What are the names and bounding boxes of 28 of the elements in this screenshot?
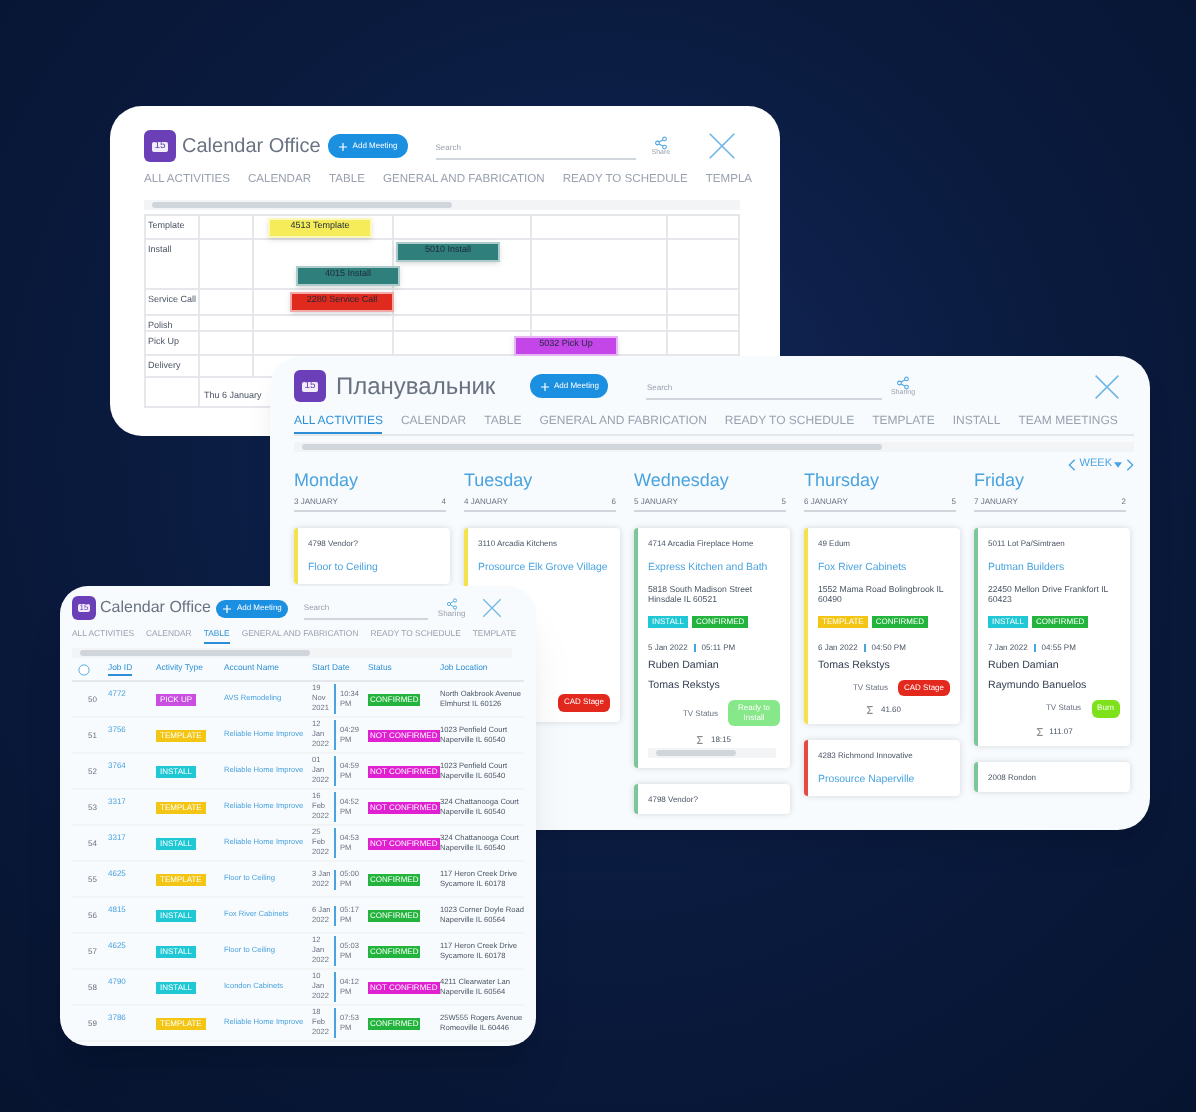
plus-icon[interactable] — [222, 603, 233, 613]
sum-icon[interactable] — [696, 735, 705, 744]
share-icon[interactable] — [445, 598, 458, 610]
caret-icon[interactable] — [1114, 462, 1122, 468]
day-heading: Monday — [294, 472, 361, 490]
scrollbar[interactable] — [648, 747, 776, 758]
plus-icon[interactable] — [540, 381, 550, 391]
scrollbar[interactable] — [294, 442, 1134, 452]
day-heading: Friday — [974, 472, 1027, 490]
chevron-left-icon[interactable] — [1067, 458, 1076, 472]
window-title: Calendar Office — [182, 133, 321, 161]
select-all-checkbox[interactable] — [78, 663, 90, 676]
scrollbar[interactable] — [72, 648, 512, 659]
close-icon[interactable] — [1093, 373, 1120, 399]
day-heading: Wednesday — [634, 472, 731, 490]
close-icon[interactable] — [481, 598, 502, 618]
day-heading: Thursday — [804, 472, 882, 490]
window-title: Calendar Office — [100, 596, 211, 620]
day-heading: Tuesday — [464, 472, 535, 490]
chevron-right-icon[interactable] — [1126, 458, 1134, 472]
share-icon[interactable] — [653, 135, 668, 150]
window-title: Планувальник — [336, 370, 498, 404]
share-icon[interactable] — [896, 375, 910, 390]
sum-icon[interactable] — [866, 706, 875, 715]
sum-icon[interactable] — [1035, 727, 1044, 735]
close-icon[interactable] — [708, 132, 737, 160]
plus-icon[interactable] — [338, 141, 349, 151]
scrollbar[interactable] — [144, 199, 740, 210]
